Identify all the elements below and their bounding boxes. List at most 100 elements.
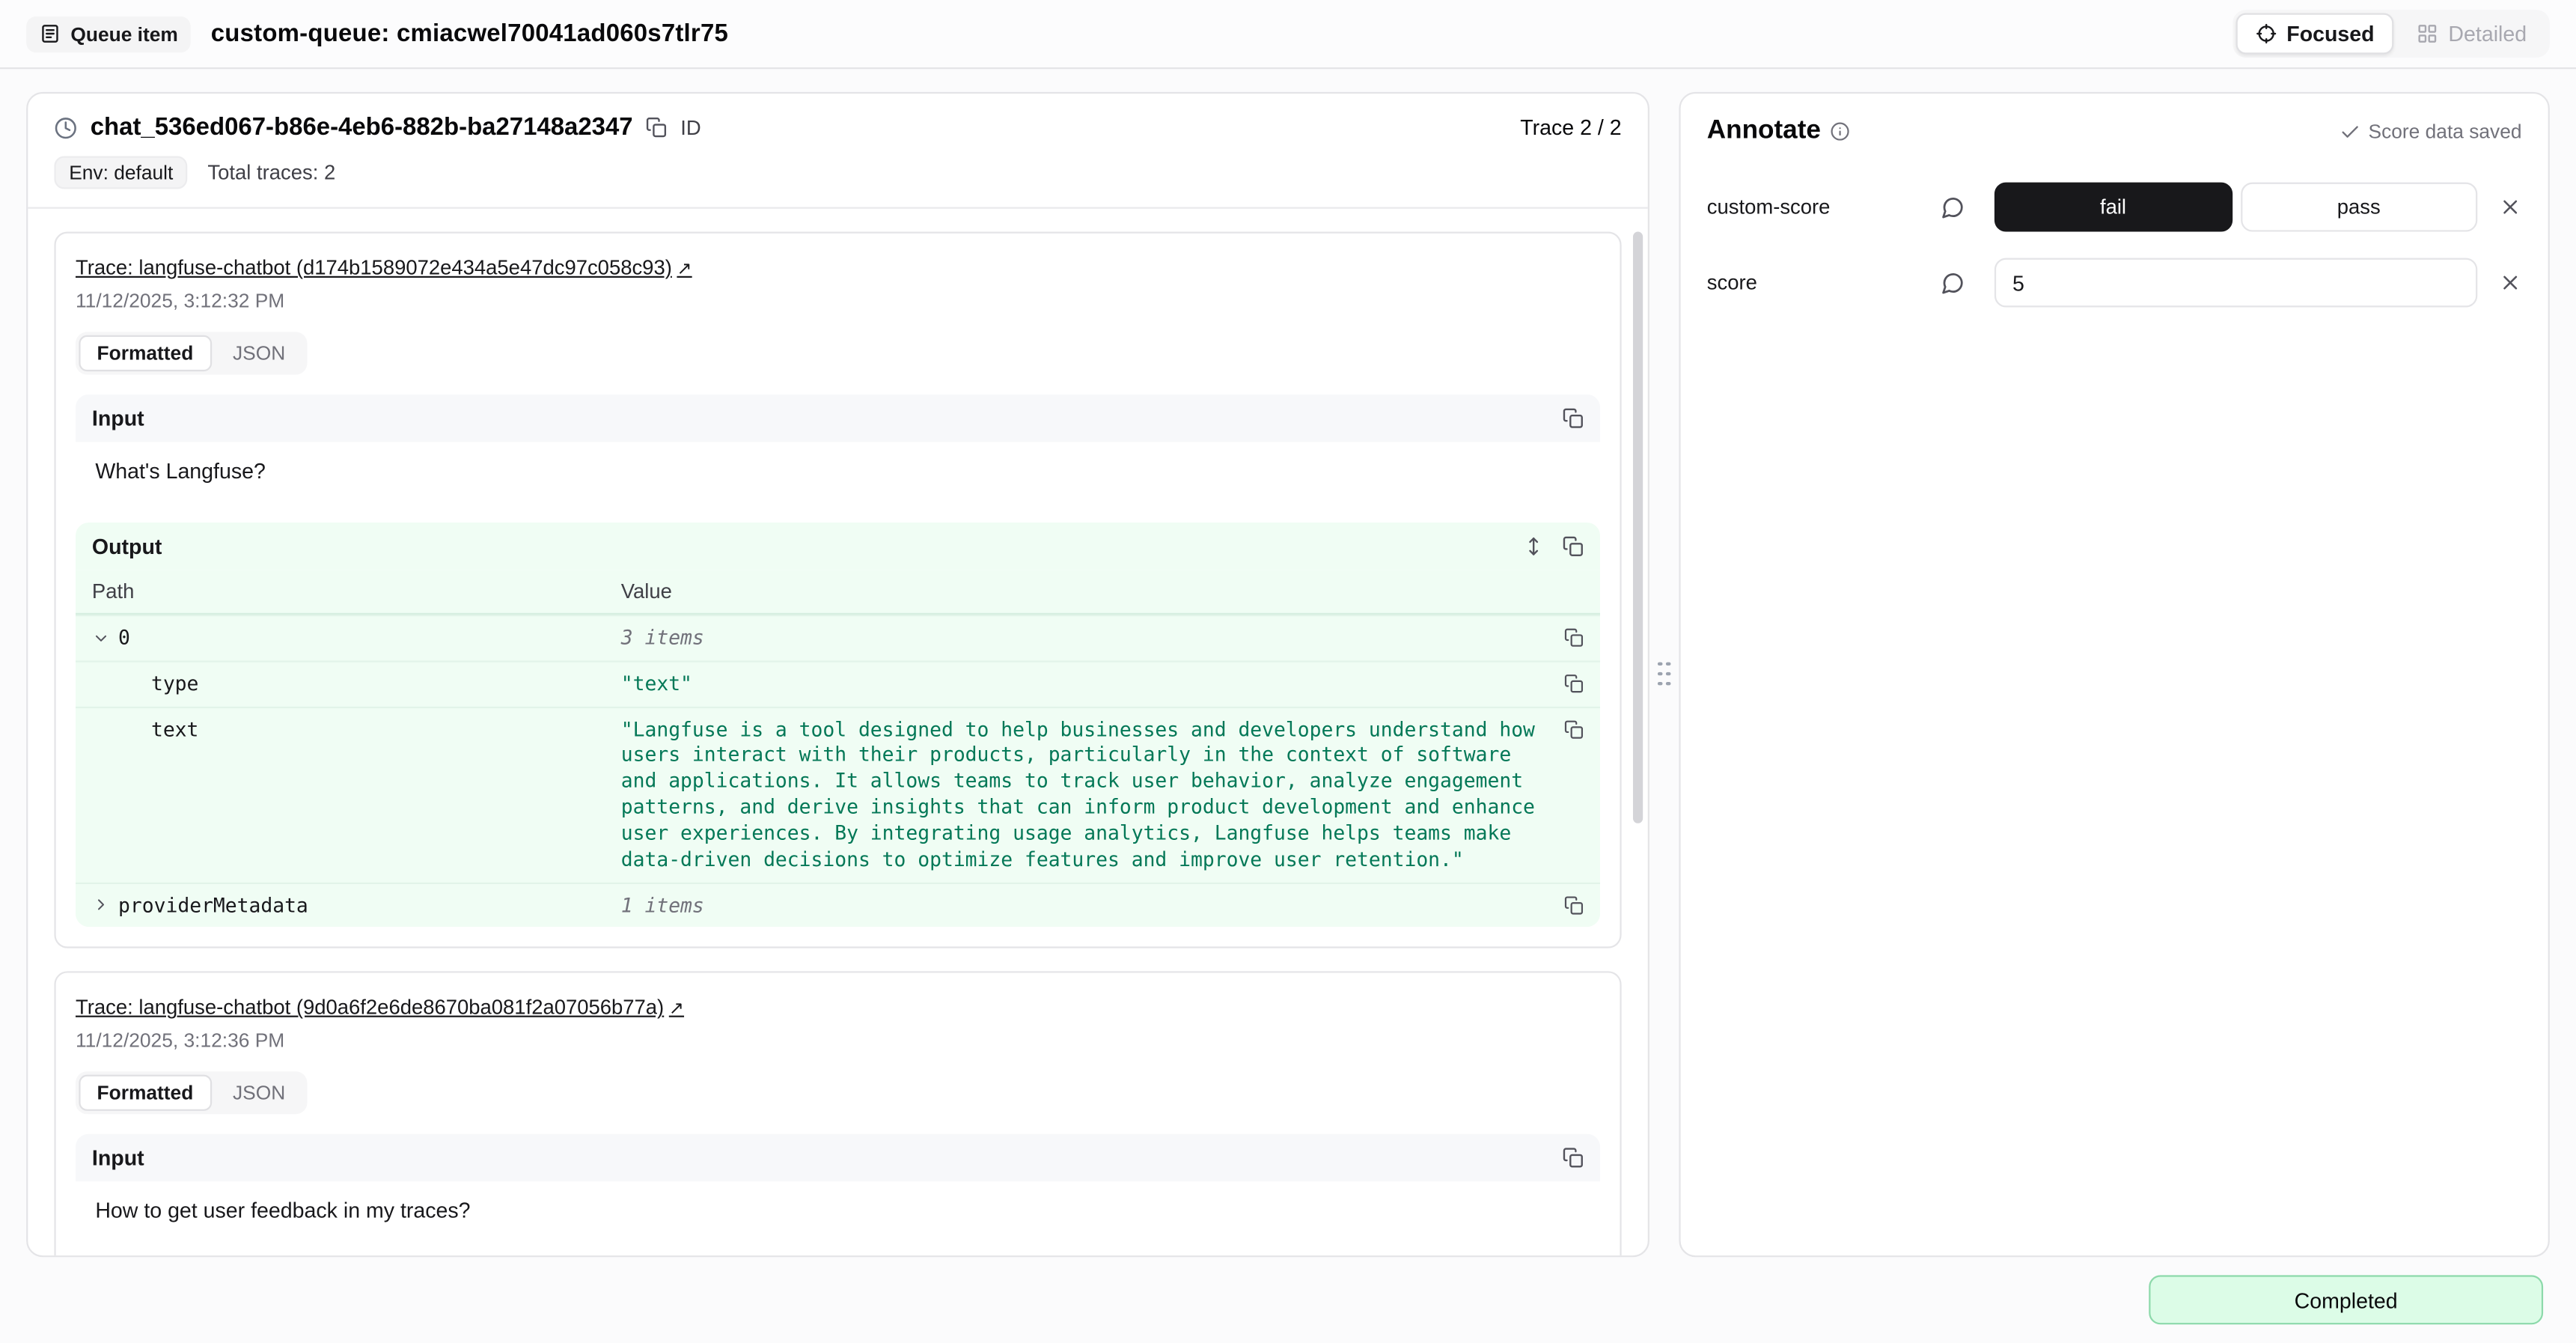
copy-input-button[interactable] xyxy=(1563,407,1584,429)
topbar: Queue item custom-queue: cmiacwel70041ad… xyxy=(0,0,2576,69)
copy-output-button[interactable] xyxy=(1563,536,1584,558)
chevron-down-icon[interactable] xyxy=(92,629,110,647)
tab-json[interactable]: JSON xyxy=(215,335,304,371)
focused-label: Focused xyxy=(2286,22,2374,46)
copy-icon xyxy=(1564,628,1584,648)
copy-id-button[interactable] xyxy=(646,117,668,138)
input-label: Input xyxy=(92,406,144,430)
json-key: text xyxy=(151,718,198,741)
json-value: 3 items xyxy=(621,624,1548,652)
close-icon xyxy=(2499,271,2522,294)
info-icon[interactable] xyxy=(1831,121,1850,141)
detailed-toggle-button[interactable]: Detailed xyxy=(2397,13,2546,55)
table-row[interactable]: 0 3 items xyxy=(76,615,1600,660)
copy-icon xyxy=(646,117,668,138)
table-row[interactable]: providerMetadata 1 items xyxy=(76,882,1600,928)
json-key: type xyxy=(151,672,198,695)
score-row-score: score xyxy=(1707,258,2522,308)
remove-score-button[interactable] xyxy=(2499,195,2522,219)
save-status: Score data saved xyxy=(2339,120,2522,143)
view-mode-toggle: Focused Detailed xyxy=(2232,10,2550,58)
comment-button[interactable] xyxy=(1940,195,1965,219)
copy-icon xyxy=(1564,895,1584,915)
trace-counter: Trace 2 / 2 xyxy=(1520,115,1621,140)
chevron-right-icon[interactable] xyxy=(92,896,110,914)
json-value: "Langfuse is a tool designed to help bus… xyxy=(621,716,1548,874)
score-name: score xyxy=(1707,271,1941,294)
tab-formatted[interactable]: Formatted xyxy=(79,1076,211,1112)
remove-score-button[interactable] xyxy=(2499,271,2522,294)
copy-icon xyxy=(1564,719,1584,739)
queue-item-badge: Queue item xyxy=(26,16,191,52)
categorical-score-options: fail pass xyxy=(1994,183,2477,232)
table-header-row: Path Value xyxy=(76,570,1600,615)
tab-formatted[interactable]: Formatted xyxy=(79,335,211,371)
trace-link-text: Trace: langfuse-chatbot (9d0a6f2e6de8670… xyxy=(76,996,664,1020)
page-title: custom-queue: cmiacwel70041ad060s7tlr75 xyxy=(211,19,728,47)
footer-bar: Completed xyxy=(0,1257,2576,1342)
external-link-icon: ↗ xyxy=(669,1000,684,1020)
score-option-fail[interactable]: fail xyxy=(1994,183,2232,232)
copy-row-button[interactable] xyxy=(1564,628,1584,648)
content-area: chat_536ed067-b86e-4eb6-882b-ba27148a234… xyxy=(0,69,2576,1257)
json-value: 1 items xyxy=(621,892,1548,919)
annotate-title: Annotate xyxy=(1707,117,1821,147)
score-row-custom-score: custom-score fail pass xyxy=(1707,183,2522,232)
unfold-icon xyxy=(1523,536,1545,558)
completed-button[interactable]: Completed xyxy=(2149,1275,2543,1324)
session-title: chat_536ed067-b86e-4eb6-882b-ba27148a234… xyxy=(91,113,633,141)
trace-item-2: Trace: langfuse-chatbot (9d0a6f2e6de8670… xyxy=(54,972,1621,1255)
annotate-header: Annotate Score data saved xyxy=(1707,117,2522,147)
trace-link[interactable]: Trace: langfuse-chatbot (d174b1589072e43… xyxy=(76,256,692,279)
vertical-scrollbar[interactable] xyxy=(1633,232,1643,823)
json-key: providerMetadata xyxy=(118,893,308,916)
focused-toggle-button[interactable]: Focused xyxy=(2235,13,2394,55)
trace-timestamp: 11/12/2025, 3:12:32 PM xyxy=(76,289,1600,312)
copy-icon xyxy=(1563,1148,1584,1169)
comment-bubble-icon xyxy=(1940,270,1965,295)
queue-item-label: Queue item xyxy=(70,22,177,46)
score-value-input[interactable] xyxy=(1994,258,2477,308)
copy-input-button[interactable] xyxy=(1563,1148,1584,1169)
table-row[interactable]: text "Langfuse is a tool designed to hel… xyxy=(76,706,1600,882)
score-name: custom-score xyxy=(1707,195,1941,219)
copy-row-button[interactable] xyxy=(1564,895,1584,915)
trace-timestamp: 11/12/2025, 3:12:36 PM xyxy=(76,1029,1600,1053)
table-row[interactable]: type "text" xyxy=(76,660,1600,706)
format-tabs: Formatted JSON xyxy=(76,332,307,374)
numeric-score-control xyxy=(1994,258,2477,308)
copy-icon xyxy=(1564,674,1584,693)
queue-item-icon xyxy=(40,23,61,45)
clock-icon xyxy=(54,116,77,139)
score-option-pass[interactable]: pass xyxy=(2240,183,2477,232)
comment-bubble-icon xyxy=(1940,195,1965,219)
output-label: Output xyxy=(92,534,162,558)
copy-row-button[interactable] xyxy=(1564,719,1584,739)
input-content: How to get user feedback in my traces? xyxy=(76,1182,1600,1243)
copy-row-button[interactable] xyxy=(1564,674,1584,693)
path-column-header: Path xyxy=(92,580,621,603)
trace-scroll-area[interactable]: Trace: langfuse-chatbot (d174b1589072e43… xyxy=(28,209,1647,1255)
panel-resize-handle[interactable] xyxy=(1656,654,1673,694)
check-icon xyxy=(2339,121,2360,142)
annotate-panel: Annotate Score data saved custom-score f… xyxy=(1679,92,2549,1257)
copy-icon xyxy=(1563,407,1584,429)
expand-output-button[interactable] xyxy=(1523,536,1545,558)
trace-panel: chat_536ed067-b86e-4eb6-882b-ba27148a234… xyxy=(26,92,1649,1257)
trace-panel-header: chat_536ed067-b86e-4eb6-882b-ba27148a234… xyxy=(28,94,1647,209)
output-block: Output xyxy=(76,523,1600,928)
json-key: 0 xyxy=(118,626,130,649)
tab-json[interactable]: JSON xyxy=(215,1076,304,1112)
input-block: Input How to get user feedback in my tra… xyxy=(76,1135,1600,1243)
trace-link[interactable]: Trace: langfuse-chatbot (9d0a6f2e6de8670… xyxy=(76,996,684,1020)
crosshair-icon xyxy=(2256,23,2277,45)
detailed-label: Detailed xyxy=(2448,22,2527,46)
format-tabs: Formatted JSON xyxy=(76,1072,307,1115)
output-json-table: Path Value 0 3 items xyxy=(76,570,1600,928)
input-content: What's Langfuse? xyxy=(76,442,1600,502)
comment-button[interactable] xyxy=(1940,270,1965,295)
value-column-header: Value xyxy=(621,580,1584,603)
input-label: Input xyxy=(92,1146,144,1171)
trace-link-text: Trace: langfuse-chatbot (d174b1589072e43… xyxy=(76,256,672,279)
env-badge: Env: default xyxy=(54,156,188,189)
